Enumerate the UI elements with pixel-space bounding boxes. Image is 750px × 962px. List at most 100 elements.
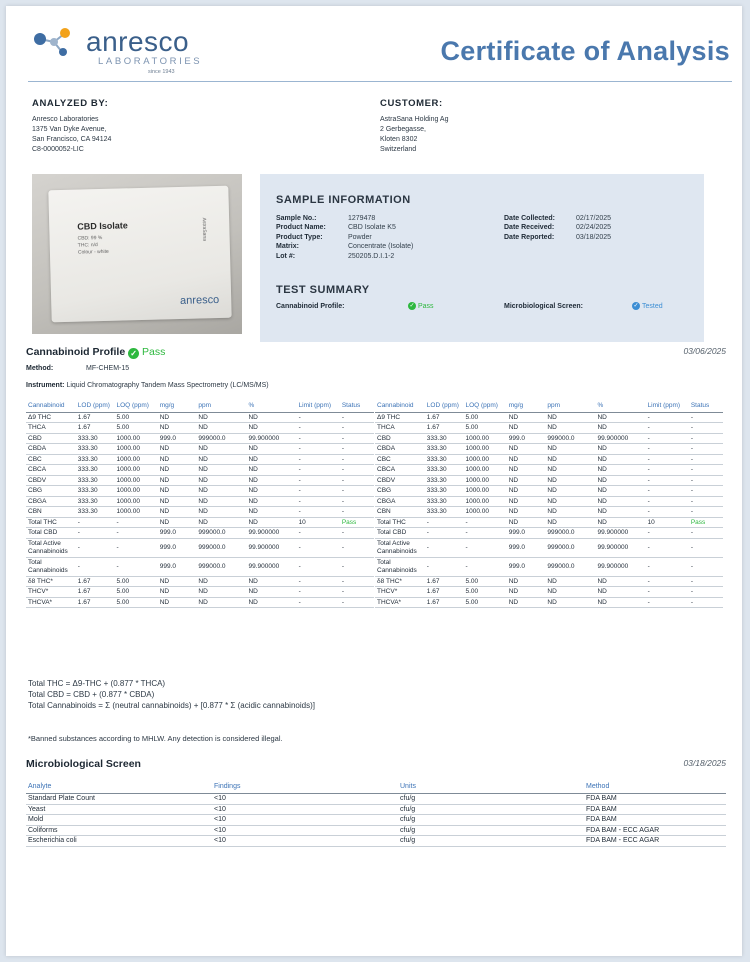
table-cell: - [114,557,158,577]
table-cell: - [645,597,689,608]
customer-line: Switzerland [380,146,417,153]
table-cell: - [296,485,340,497]
table-cell: 1000.00 [463,464,507,476]
field-value: 02/24/2025 [576,224,612,232]
table-cell: CBN [375,506,425,518]
table-cell: ND [545,485,596,497]
table-cell: - [688,433,723,444]
table-row: CBDV 333.30 1000.00 ND ND ND - - [26,475,374,486]
table-cell: ND [196,576,247,587]
column-header: LOQ (ppm) [114,402,158,413]
table-cell: ND [506,464,546,476]
table-row: Total THC - - ND ND ND 10 Pass [375,517,723,528]
table-cell: Escherichia coli [26,835,212,847]
bag-logo: anresco [179,293,220,307]
check-circle-icon: ✓ [408,302,416,311]
column-header: Method [584,782,726,794]
table-cell: ND [595,506,646,518]
table-cell: - [339,412,374,423]
table-row: CBDA 333.30 1000.00 ND ND ND - - [375,443,723,455]
table-cell: CBDV [26,475,76,486]
table-cell: - [339,422,374,434]
table-cell: ND [545,506,596,518]
column-header: Status [339,402,374,413]
table-cell: ND [246,454,297,465]
table-cell: 10 [296,517,340,528]
table-cell: ND [246,576,297,587]
table-cell: Coliforms [26,825,212,836]
table-cell: THCA [26,422,76,434]
table-cell: ND [196,422,247,434]
table-cell: ND [595,576,646,587]
table-cell: - [339,506,374,518]
table-cell: Total CBD [26,527,76,539]
table-cell: 1.67 [424,422,464,434]
field-value: 1279478 [348,215,376,222]
table-cell: 1.67 [75,422,115,434]
table-cell: ND [196,496,247,507]
table-header-row: Cannabinoid LOD (ppm) LOQ (ppm) mg/g ppm% Lim… [26,402,374,413]
table-cell: 999.0 [157,527,197,539]
table-cell: 99.900000 [246,557,297,577]
table-cell: 5.00 [463,597,507,608]
table-cell: ND [246,517,297,528]
bag-text-line: THC: n/d [77,242,98,249]
table-cell: THCA [375,422,425,434]
table-cell: - [645,464,689,476]
table-cell: 99.900000 [595,557,646,577]
table-cell: CBDV [375,475,425,486]
table-cell: 333.30 [75,485,115,497]
table-row: Escherichia coli <10 cfu/g FDA BAM - ECC AG… [26,835,726,847]
table-cell: ND [595,586,646,598]
table-cell: - [296,576,340,587]
table-cell: - [296,496,340,507]
table-row: Standard Plate Count <10 cfu/g FDA BAM [26,793,726,805]
field-label: Product Type: [276,233,323,241]
table-row: CBGA 333.30 1000.00 ND ND ND - - [26,496,374,507]
table-cell: - [339,597,374,608]
column-header: % [246,402,297,413]
field-label: Product Name: [276,224,326,232]
table-cell: 999000.0 [196,557,247,577]
table-cell: 999.0 [506,527,546,539]
table-cell: - [424,557,464,577]
table-cell: 99.900000 [246,527,297,539]
method-value: MF-CHEM-15 [86,365,130,372]
table-cell: <10 [212,814,398,826]
sample-info-panel: SAMPLE INFORMATION Sample No.: 1279478 Pr… [260,174,704,342]
table-cell: - [645,454,689,465]
table-cell: - [688,586,723,598]
table-cell: 1.67 [424,586,464,598]
column-header: LOD (ppm) [75,402,115,413]
table-cell: 99.900000 [246,538,297,558]
table-cell: ND [246,443,297,455]
column-header: Cannabinoid [26,402,76,413]
table-cell: 1000.00 [463,433,507,444]
table-cell: ND [157,576,197,587]
customer-line: 2 Gerbegasse, [380,126,426,133]
table-cell: - [688,443,723,455]
instrument-value: Liquid Chromatography Tandem Mass Spectr… [66,382,269,389]
table-cell: Total Active Cannabinoids [375,538,425,558]
table-cell: 333.30 [75,506,115,518]
table-cell: ND [246,506,297,518]
table-cell: 1.67 [424,412,464,423]
cannabinoid-summary: Cannabinoid Profile: ✓ Pass [276,302,434,311]
table-cell: CBG [375,485,425,497]
table-cell: δ8 THC* [26,576,76,587]
table-row: CBC 333.30 1000.00 ND ND ND - - [26,454,374,465]
table-cell: δ8 THC* [375,576,425,587]
header-divider [28,81,732,82]
table-cell: ND [545,586,596,598]
table-cell: 1000.00 [114,506,158,518]
table-cell: - [424,527,464,539]
table-cell: CBD [375,433,425,444]
table-cell: <10 [212,825,398,836]
table-row: Total CBD - -999.0 999000.0 99.900000- - [375,527,723,539]
table-cell: 333.30 [75,443,115,455]
table-cell: FDA BAM [584,804,726,815]
table-cell: Δ9 THC [375,412,425,423]
table-cell: Total THC [26,517,76,528]
table-cell: - [296,464,340,476]
table-cell: - [296,443,340,455]
